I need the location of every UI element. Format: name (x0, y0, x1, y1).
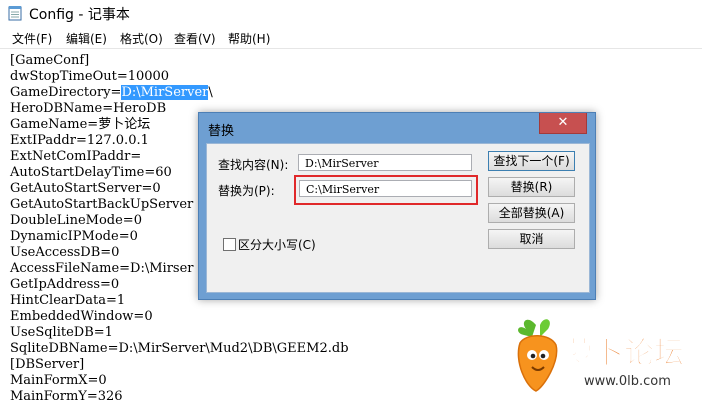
menu-view[interactable]: 查看(V) (174, 30, 216, 47)
text-line: GetAutoStartBackUpServer (10, 197, 194, 212)
text-line: dwStopTimeOut=10000 (10, 69, 170, 84)
window-title: Config - 记事本 (29, 7, 130, 23)
text-line: HeroDBName=HeroDB (10, 101, 167, 116)
text-line: UseAccessDB=0 (10, 245, 120, 260)
text-line: MainFormY=326 (10, 389, 123, 404)
watermark-url: www.0lb.com (584, 374, 671, 389)
text-line: EmbeddedWindow=0 (10, 309, 153, 324)
replace-input[interactable]: C:\MirServer (299, 180, 472, 197)
close-icon: ✕ (557, 115, 569, 130)
menu-file[interactable]: 文件(F) (12, 30, 52, 47)
replace-all-button[interactable]: 全部替换(A) (488, 203, 575, 223)
menu-format[interactable]: 格式(O) (120, 30, 163, 47)
find-label: 查找内容(N): (218, 158, 289, 172)
title-bar: Config - 记事本 (0, 0, 702, 27)
text-line: DoubleLineMode=0 (10, 213, 142, 228)
cancel-button[interactable]: 取消 (488, 229, 575, 249)
carrot-icon (517, 319, 558, 392)
replace-button[interactable]: 替换(R) (488, 177, 575, 197)
text-line: MainFormX=0 (10, 373, 107, 388)
dialog-body: 查找内容(N): D:\MirServer 替换为(P): C:\MirServ… (206, 143, 590, 293)
text-line: DynamicIPMode=0 (10, 229, 138, 244)
text-line: AutoStartDelayTime=60 (10, 165, 172, 180)
line-prefix: GameDirectory= (10, 85, 122, 100)
find-next-button[interactable]: 查找下一个(F) (488, 151, 575, 171)
text-line: ExtIPaddr=127.0.0.1 (10, 133, 149, 148)
text-selection: D:\MirServer (121, 85, 209, 100)
replace-label: 替换为(P): (218, 184, 275, 198)
line-suffix: \ (208, 85, 213, 100)
watermark-logo: 萝卜论坛 www.0lb.com (517, 319, 685, 392)
dialog-title: 替换 (208, 124, 235, 139)
close-button[interactable]: ✕ (539, 113, 587, 134)
text-line: AccessFileName=D:\Mirser (10, 261, 194, 276)
text-line: SqliteDBName=D:\MirServer\Mud2\DB\GEEM2.… (10, 341, 349, 356)
menu-edit[interactable]: 编辑(E) (66, 30, 107, 47)
text-line: UseSqliteDB=1 (10, 325, 113, 340)
match-case-label: 区分大小写(C) (238, 238, 316, 252)
replace-dialog: 替换 ✕ 查找内容(N): D:\MirServer 替换为(P): C:\Mi… (198, 112, 596, 300)
text-line: GetAutoStartServer=0 (10, 181, 161, 196)
notepad-icon (8, 6, 22, 21)
menu-help[interactable]: 帮助(H) (228, 30, 270, 47)
text-line: ExtNetComIPaddr= (10, 149, 142, 164)
find-input[interactable]: D:\MirServer (298, 154, 472, 171)
match-case-checkbox[interactable] (223, 238, 236, 251)
text-line: [GameConf] (10, 53, 90, 68)
text-line: GameName=萝卜论坛 (10, 117, 151, 132)
text-line: GetIpAddress=0 (10, 277, 120, 292)
text-line: HintClearData=1 (10, 293, 126, 308)
notepad-window: Config - 记事本 文件(F) 编辑(E) 格式(O) 查看(V) 帮助(… (0, 0, 702, 404)
menu-bar: 文件(F) 编辑(E) 格式(O) 查看(V) 帮助(H) (0, 27, 702, 49)
text-line: [DBServer] (10, 357, 85, 372)
watermark-text: 萝卜论坛 (564, 336, 684, 371)
text-line-selected: GameDirectory=D:\MirServer\ (10, 85, 213, 101)
